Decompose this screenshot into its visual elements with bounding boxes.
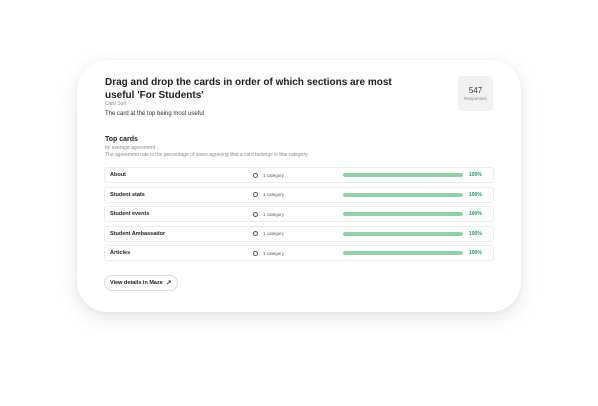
agreement-bar <box>343 212 463 217</box>
category-circle-icon <box>253 250 258 256</box>
responses-badge: 547 Responses <box>458 76 493 111</box>
table-row[interactable]: Student events 1 category 100% <box>104 206 494 223</box>
agreement-percent: 100% <box>469 172 482 178</box>
agreement-bar-fill <box>343 251 463 256</box>
card-name: Student Ambassador <box>110 230 166 237</box>
category-count: 1 category <box>263 172 285 178</box>
agreement-percent: 100% <box>469 230 482 237</box>
agreement-bar <box>343 251 463 256</box>
category-circle-icon <box>253 211 258 217</box>
agreement-bar-fill <box>343 192 463 197</box>
category-circle-icon <box>253 192 258 198</box>
category-count: 1 category <box>263 211 285 217</box>
question-type: Card Sort <box>105 101 127 107</box>
question-description: The card at the top being most useful <box>105 111 205 117</box>
view-details-button[interactable]: View details in Maze ↗ <box>104 275 178 291</box>
top-cards-title: Top cards <box>105 136 138 143</box>
agreement-bar-fill <box>343 173 463 177</box>
category-count: 1 category <box>263 250 285 256</box>
agreement-bar <box>343 173 463 177</box>
category-count: 1 category <box>263 192 285 198</box>
agreement-bar <box>343 231 463 236</box>
card-name: Articles <box>110 250 131 257</box>
question-title: Drag and drop the cards in order of whic… <box>105 77 392 101</box>
top-cards-subtitle: by average agreement <box>105 145 156 151</box>
card-name: About <box>110 172 126 178</box>
agreement-bar <box>343 192 463 197</box>
agreement-bar-fill <box>343 231 463 236</box>
agreement-percent: 100% <box>469 191 482 198</box>
top-cards-description: The agreement rate is the percentage of … <box>105 152 309 158</box>
arrow-up-right-icon: ↗ <box>165 279 172 287</box>
agreement-bar-fill <box>343 212 463 217</box>
table-row[interactable]: Student stats 1 category 100% <box>104 186 494 203</box>
view-details-label: View details in Maze <box>110 280 163 286</box>
card-name: Student stats <box>110 191 145 198</box>
results-card: Drag and drop the cards in order of whic… <box>77 60 521 312</box>
category-circle-icon <box>253 172 258 178</box>
top-cards-table: About 1 category 100% Student stats 1 ca… <box>104 167 494 265</box>
table-row[interactable]: Student Ambassador 1 category 100% <box>104 225 494 242</box>
responses-label: Responses <box>464 96 487 101</box>
card-name: Student events <box>110 211 150 218</box>
table-row[interactable]: About 1 category 100% <box>104 167 494 183</box>
category-count: 1 category <box>263 231 285 237</box>
responses-count: 547 <box>468 86 483 95</box>
category-circle-icon <box>253 231 258 237</box>
table-row[interactable]: Articles 1 category 100% <box>104 245 494 262</box>
agreement-percent: 100% <box>469 250 482 257</box>
agreement-percent: 100% <box>469 211 482 218</box>
